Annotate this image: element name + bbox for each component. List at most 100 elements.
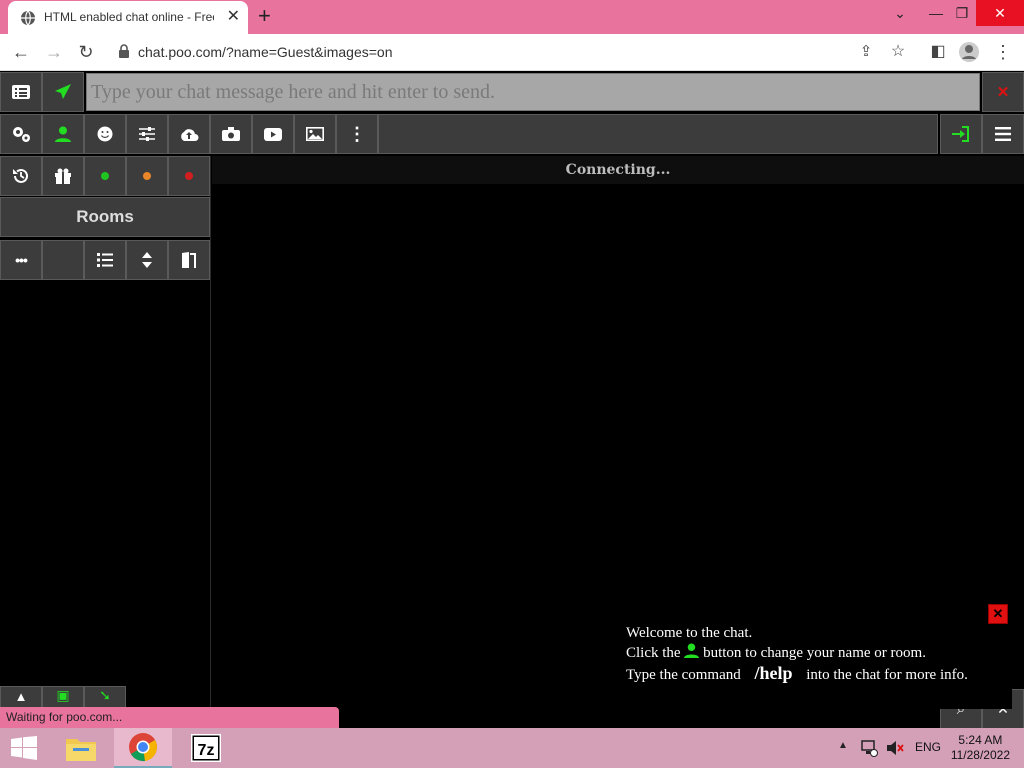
left-panel: Rooms ••• ▲ ▣ ➘: [0, 156, 211, 728]
back-icon[interactable]: ←: [10, 41, 32, 63]
status-online-button[interactable]: [84, 156, 126, 196]
chat-message-input[interactable]: [86, 73, 980, 111]
7zip-taskbar-button[interactable]: 7z: [180, 728, 232, 768]
welcome-line-2-start: Click the: [626, 645, 681, 661]
browser-status-bubble: Waiting for poo.com...: [0, 707, 339, 728]
close-window-button[interactable]: ✕: [976, 0, 1024, 26]
user-icon: [684, 643, 700, 658]
volume-muted-icon[interactable]: [886, 739, 904, 757]
camera-button[interactable]: [210, 114, 252, 154]
chrome-taskbar-button[interactable]: [114, 728, 172, 768]
history-icon: [13, 168, 28, 183]
reload-icon[interactable]: ↻: [75, 41, 97, 63]
language-indicator[interactable]: ENG: [915, 740, 941, 756]
close-welcome-button[interactable]: ✕: [988, 604, 1008, 624]
change-name-button[interactable]: [42, 114, 84, 154]
welcome-line-2-end: button to change your name or room.: [703, 645, 926, 661]
browser-menu-icon[interactable]: ⋮: [992, 41, 1014, 63]
side-panel-icon[interactable]: ◧: [927, 41, 949, 63]
smiley-icon: [97, 126, 113, 142]
upload-button[interactable]: [168, 114, 210, 154]
history-button[interactable]: [0, 156, 42, 196]
more-options-button[interactable]: ⋮: [336, 114, 378, 154]
lock-icon[interactable]: [118, 44, 130, 58]
sign-in-icon: [952, 126, 969, 142]
browser-toolbar: ← → ↻ chat.poo.com/?name=Guest&images=on…: [0, 34, 1024, 71]
file-explorer-icon: [66, 739, 96, 761]
exit-room-button[interactable]: [168, 240, 210, 280]
new-tab-button[interactable]: +: [258, 5, 271, 27]
send-button[interactable]: [42, 72, 84, 112]
sort-button[interactable]: [126, 240, 168, 280]
show-hidden-icons-icon[interactable]: ▲: [838, 740, 848, 756]
tab-title: HTML enabled chat online - Free: [44, 10, 214, 24]
welcome-message: Welcome to the chat. Click the button to…: [612, 613, 1012, 709]
status-busy-button[interactable]: [168, 156, 210, 196]
hamburger-icon: [995, 127, 1011, 141]
home-icon: ▲: [14, 689, 28, 704]
restore-button[interactable]: ❐: [944, 0, 980, 26]
door-icon: [182, 252, 196, 268]
browser-tab-strip: HTML enabled chat online - Free ✕ + ⌄ — …: [0, 0, 1024, 34]
globe-icon: [21, 10, 35, 26]
image-icon: [306, 127, 324, 141]
bookmark-star-icon[interactable]: ☆: [887, 41, 909, 63]
sliders-icon: [139, 127, 155, 141]
red-dot-icon: [185, 172, 193, 180]
rooms-heading[interactable]: Rooms: [0, 197, 210, 237]
login-button[interactable]: [940, 114, 982, 154]
svg-text:7z: 7z: [198, 742, 215, 759]
windows-logo-icon: [11, 736, 37, 760]
browser-tab[interactable]: HTML enabled chat online - Free ✕: [8, 1, 248, 34]
welcome-line-1: Welcome to the chat.: [626, 625, 753, 641]
network-icon[interactable]: [860, 739, 878, 757]
room-list-button[interactable]: [84, 240, 126, 280]
profile-avatar-icon[interactable]: [958, 41, 980, 63]
clear-input-button[interactable]: ✕: [982, 72, 1024, 112]
green-dot-icon: [101, 172, 109, 180]
youtube-button[interactable]: [252, 114, 294, 154]
user-icon: [55, 126, 71, 142]
start-button[interactable]: [0, 728, 48, 768]
toolbar-spacer: [378, 114, 938, 154]
gift-icon: [55, 168, 71, 184]
hamburger-menu-button[interactable]: [982, 114, 1024, 154]
tab-search-icon[interactable]: ⌄: [882, 0, 918, 26]
green-gift-icon: ▣: [56, 687, 70, 703]
gift-button[interactable]: [42, 156, 84, 196]
emoji-button[interactable]: [84, 114, 126, 154]
image-button[interactable]: [294, 114, 336, 154]
chat-app: ✕ ⋮: [0, 71, 1024, 729]
vertical-dots-icon: ⋮: [348, 123, 366, 144]
screen: HTML enabled chat online - Free ✕ + ⌄ — …: [0, 0, 1024, 768]
status-away-button[interactable]: [126, 156, 168, 196]
welcome-line-3-end: into the chat for more info.: [806, 667, 968, 683]
welcome-line-2: Click the button to change your name or …: [626, 643, 998, 663]
clock-time: 5:24 AM: [958, 733, 1003, 747]
7zip-icon: 7z: [191, 734, 221, 762]
adjust-button[interactable]: [126, 114, 168, 154]
camera-icon: [222, 127, 240, 141]
horizontal-dots-icon: •••: [15, 252, 28, 268]
system-clock[interactable]: 5:24 AM 11/28/2022: [951, 733, 1010, 768]
paper-plane-icon: [55, 84, 71, 99]
welcome-line-3-start: Type the command: [626, 667, 741, 683]
empty-button[interactable]: [42, 240, 84, 280]
share-icon[interactable]: ⇪: [855, 41, 877, 63]
chrome-icon: [129, 733, 157, 762]
orange-dot-icon: [143, 172, 151, 180]
clock-date: 11/28/2022: [950, 748, 1010, 762]
cloud-upload-icon: [181, 129, 199, 141]
gears-icon: [13, 127, 30, 142]
green-arrow-icon: ➘: [99, 687, 111, 703]
settings-button[interactable]: [0, 114, 42, 154]
connection-status: Connecting...: [212, 156, 1024, 184]
forward-icon[interactable]: →: [43, 41, 65, 63]
address-bar[interactable]: chat.poo.com/?name=Guest&images=on: [138, 44, 393, 60]
welcome-line-3: Type the command /help into the chat for…: [626, 663, 998, 685]
more-rooms-button[interactable]: •••: [0, 240, 42, 280]
close-tab-icon[interactable]: ✕: [227, 8, 240, 26]
windows-taskbar: 7z ▲ ENG 5:24 AM 11/28/2022: [0, 728, 1024, 768]
file-explorer-button[interactable]: [58, 728, 104, 768]
message-list-button[interactable]: [0, 72, 42, 112]
